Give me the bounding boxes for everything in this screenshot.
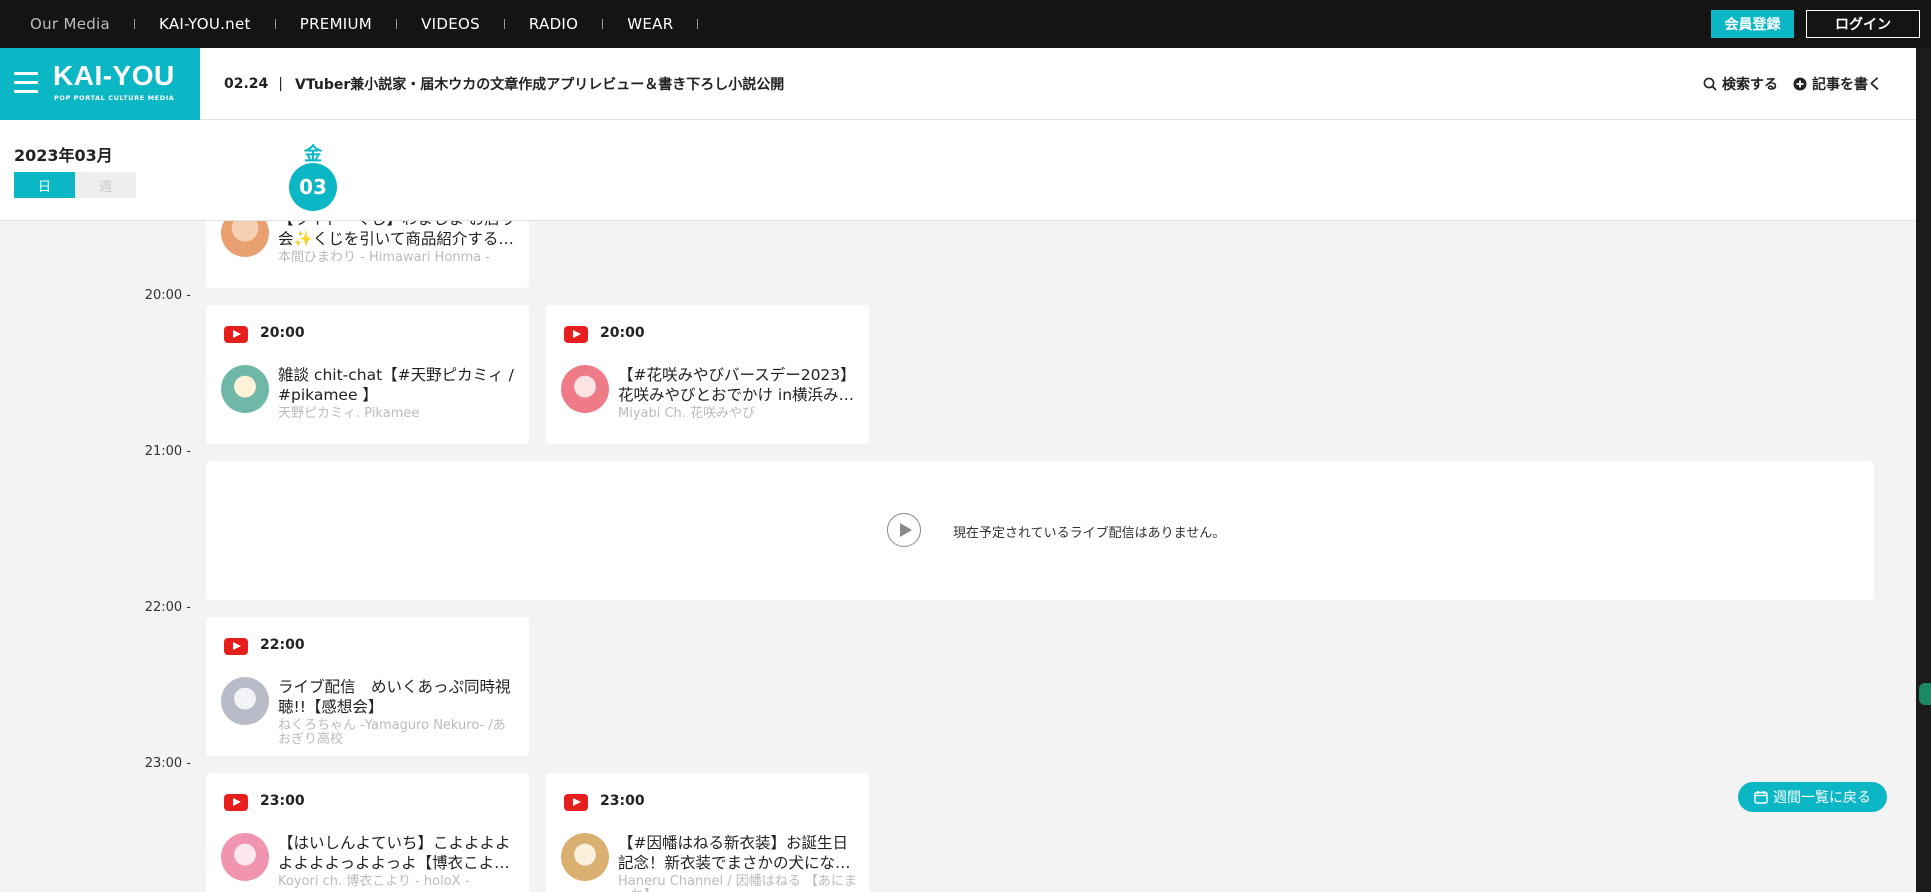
- channel-name: Miyabi Ch. 花咲みやび: [618, 406, 756, 421]
- stream-time: 23:00: [600, 793, 645, 809]
- plus-circle-icon: [1793, 77, 1807, 91]
- nav-premium[interactable]: PREMIUM: [276, 15, 396, 33]
- search-label: 検索する: [1722, 77, 1778, 93]
- day-view-tab[interactable]: 日: [14, 172, 75, 198]
- logo-tagline: POP PORTAL CULTURE MEDIA: [54, 94, 175, 102]
- avatar: [221, 833, 269, 881]
- nav-radio[interactable]: RADIO: [505, 15, 602, 33]
- schedule-timeline: 20:00 - 21:00 - 22:00 - 23:00 - 【ライド・くじ】…: [0, 221, 1916, 892]
- youtube-icon: [224, 794, 248, 811]
- write-article-label: 記事を書く: [1812, 77, 1882, 93]
- no-streams-slot: 現在予定されているライブ配信はありません。: [206, 461, 1874, 600]
- stream-title: ライブ配信 めいくあっぷ同時視聴!!【感想会】: [278, 678, 511, 716]
- avatar: [221, 221, 269, 257]
- youtube-icon: [564, 326, 588, 343]
- time-label: 22:00 -: [144, 600, 191, 615]
- stream-card[interactable]: 20:00 【#花咲みやびバースデー2023】花咲みやびとおでかけ in横浜み……: [546, 305, 869, 444]
- stream-time: 22:00: [260, 637, 305, 653]
- avatar: [561, 365, 609, 413]
- youtube-icon: [224, 638, 248, 655]
- back-to-week-label: 週間一覧に戻る: [1773, 790, 1871, 806]
- channel-name: 天野ピカミィ. Pikamee: [278, 406, 420, 421]
- stream-time: 20:00: [260, 325, 305, 341]
- calendar-icon: [1754, 791, 1768, 804]
- stream-card[interactable]: 22:00 ライブ配信 めいくあっぷ同時視聴!!【感想会】 ねくろちゃん -Ya…: [206, 617, 529, 756]
- play-icon: [887, 513, 921, 547]
- stream-title: 【はいしんよていち】こよよよよよよよよっよよっよ【博衣こよ…: [278, 834, 511, 872]
- youtube-icon: [564, 794, 588, 811]
- login-button[interactable]: ログイン: [1806, 10, 1920, 38]
- search-icon: [1703, 77, 1717, 91]
- back-to-week-button[interactable]: 週間一覧に戻る: [1738, 782, 1887, 812]
- current-month: 2023年03月: [14, 146, 113, 165]
- stream-title: 【ライド・くじ】わましま お店り会✨くじを引いて商品紹介する…: [278, 221, 515, 248]
- register-button[interactable]: 会員登録: [1711, 10, 1794, 38]
- youtube-icon: [224, 326, 248, 343]
- stream-card[interactable]: 23:00 【はいしんよていち】こよよよよよよよよっよよっよ【博衣こよ… Koy…: [206, 773, 529, 892]
- headline-separator: |: [278, 76, 284, 92]
- view-toggle: 日 週: [14, 172, 136, 198]
- avatar: [221, 365, 269, 413]
- scroll-indicator[interactable]: [1919, 683, 1931, 705]
- time-label: 23:00 -: [144, 756, 191, 771]
- headline-title[interactable]: VTuber兼小説家・届木ウカの文章作成アプリレビュー＆書き下ろし小説公開: [295, 74, 784, 94]
- selected-date[interactable]: 03: [289, 163, 337, 211]
- stream-title: 【#因幡はねる新衣装】お誕生日記念！新衣装でまさかの犬にな…: [618, 834, 851, 872]
- headline-ticker[interactable]: 02.24 | VTuber兼小説家・届木ウカの文章作成アプリレビュー＆書き下ろ…: [224, 48, 784, 120]
- nav-videos[interactable]: VIDEOS: [397, 15, 504, 33]
- stream-card[interactable]: 20:00 雑談 chit-chat【#天野ピカミィ / #pikamee 】 …: [206, 305, 529, 444]
- search-button[interactable]: 検索する: [1703, 48, 1778, 120]
- time-label: 21:00 -: [144, 444, 191, 459]
- stream-time: 23:00: [260, 793, 305, 809]
- write-article-button[interactable]: 記事を書く: [1793, 48, 1882, 120]
- page-scrollbar[interactable]: [1916, 48, 1931, 892]
- channel-name: ねくろちゃん -Yamaguro Nekuro- /あおぎり高校: [278, 718, 506, 747]
- media-nav: Our Media KAI-YOU.net PREMIUM VIDEOS RAD…: [0, 0, 699, 48]
- nav-separator: [697, 19, 699, 29]
- no-streams-message: 現在予定されているライブ配信はありません。: [953, 526, 1226, 541]
- time-label: 20:00 -: [144, 288, 191, 303]
- nav-wear[interactable]: WEAR: [603, 15, 697, 33]
- channel-name: Haneru Channel / 因幡はねる 【あにまーれ】: [618, 874, 857, 892]
- week-view-tab[interactable]: 週: [75, 172, 136, 198]
- avatar: [561, 833, 609, 881]
- top-bar: Our Media KAI-YOU.net PREMIUM VIDEOS RAD…: [0, 0, 1931, 48]
- hamburger-menu-icon[interactable]: [14, 72, 38, 94]
- headline-date: 02.24: [224, 76, 269, 92]
- logo-area: KAI-YOU POP PORTAL CULTURE MEDIA: [0, 48, 200, 120]
- stream-title: 雑談 chit-chat【#天野ピカミィ / #pikamee 】: [278, 366, 514, 404]
- site-header: KAI-YOU POP PORTAL CULTURE MEDIA 02.24 |…: [0, 48, 1916, 120]
- channel-name: 本間ひまわり - Himawari Honma -: [278, 250, 491, 265]
- nav-kai-you-net[interactable]: KAI-YOU.net: [135, 15, 275, 33]
- stream-card[interactable]: 23:00 【#因幡はねる新衣装】お誕生日記念！新衣装でまさかの犬にな… Han…: [546, 773, 869, 892]
- stream-title: 【#花咲みやびバースデー2023】花咲みやびとおでかけ in横浜み…: [618, 366, 856, 404]
- stream-time: 20:00: [600, 325, 645, 341]
- nav-our-media: Our Media: [30, 15, 110, 33]
- channel-name: Koyori ch. 博衣こより - holoX -: [278, 874, 470, 889]
- stream-card[interactable]: 【ライド・くじ】わましま お店り会✨くじを引いて商品紹介する… 本間ひまわり -…: [206, 221, 529, 288]
- avatar: [221, 677, 269, 725]
- site-logo[interactable]: KAI-YOU: [53, 61, 175, 91]
- calendar-header: 2023年03月 日 週 金 03: [0, 120, 1916, 221]
